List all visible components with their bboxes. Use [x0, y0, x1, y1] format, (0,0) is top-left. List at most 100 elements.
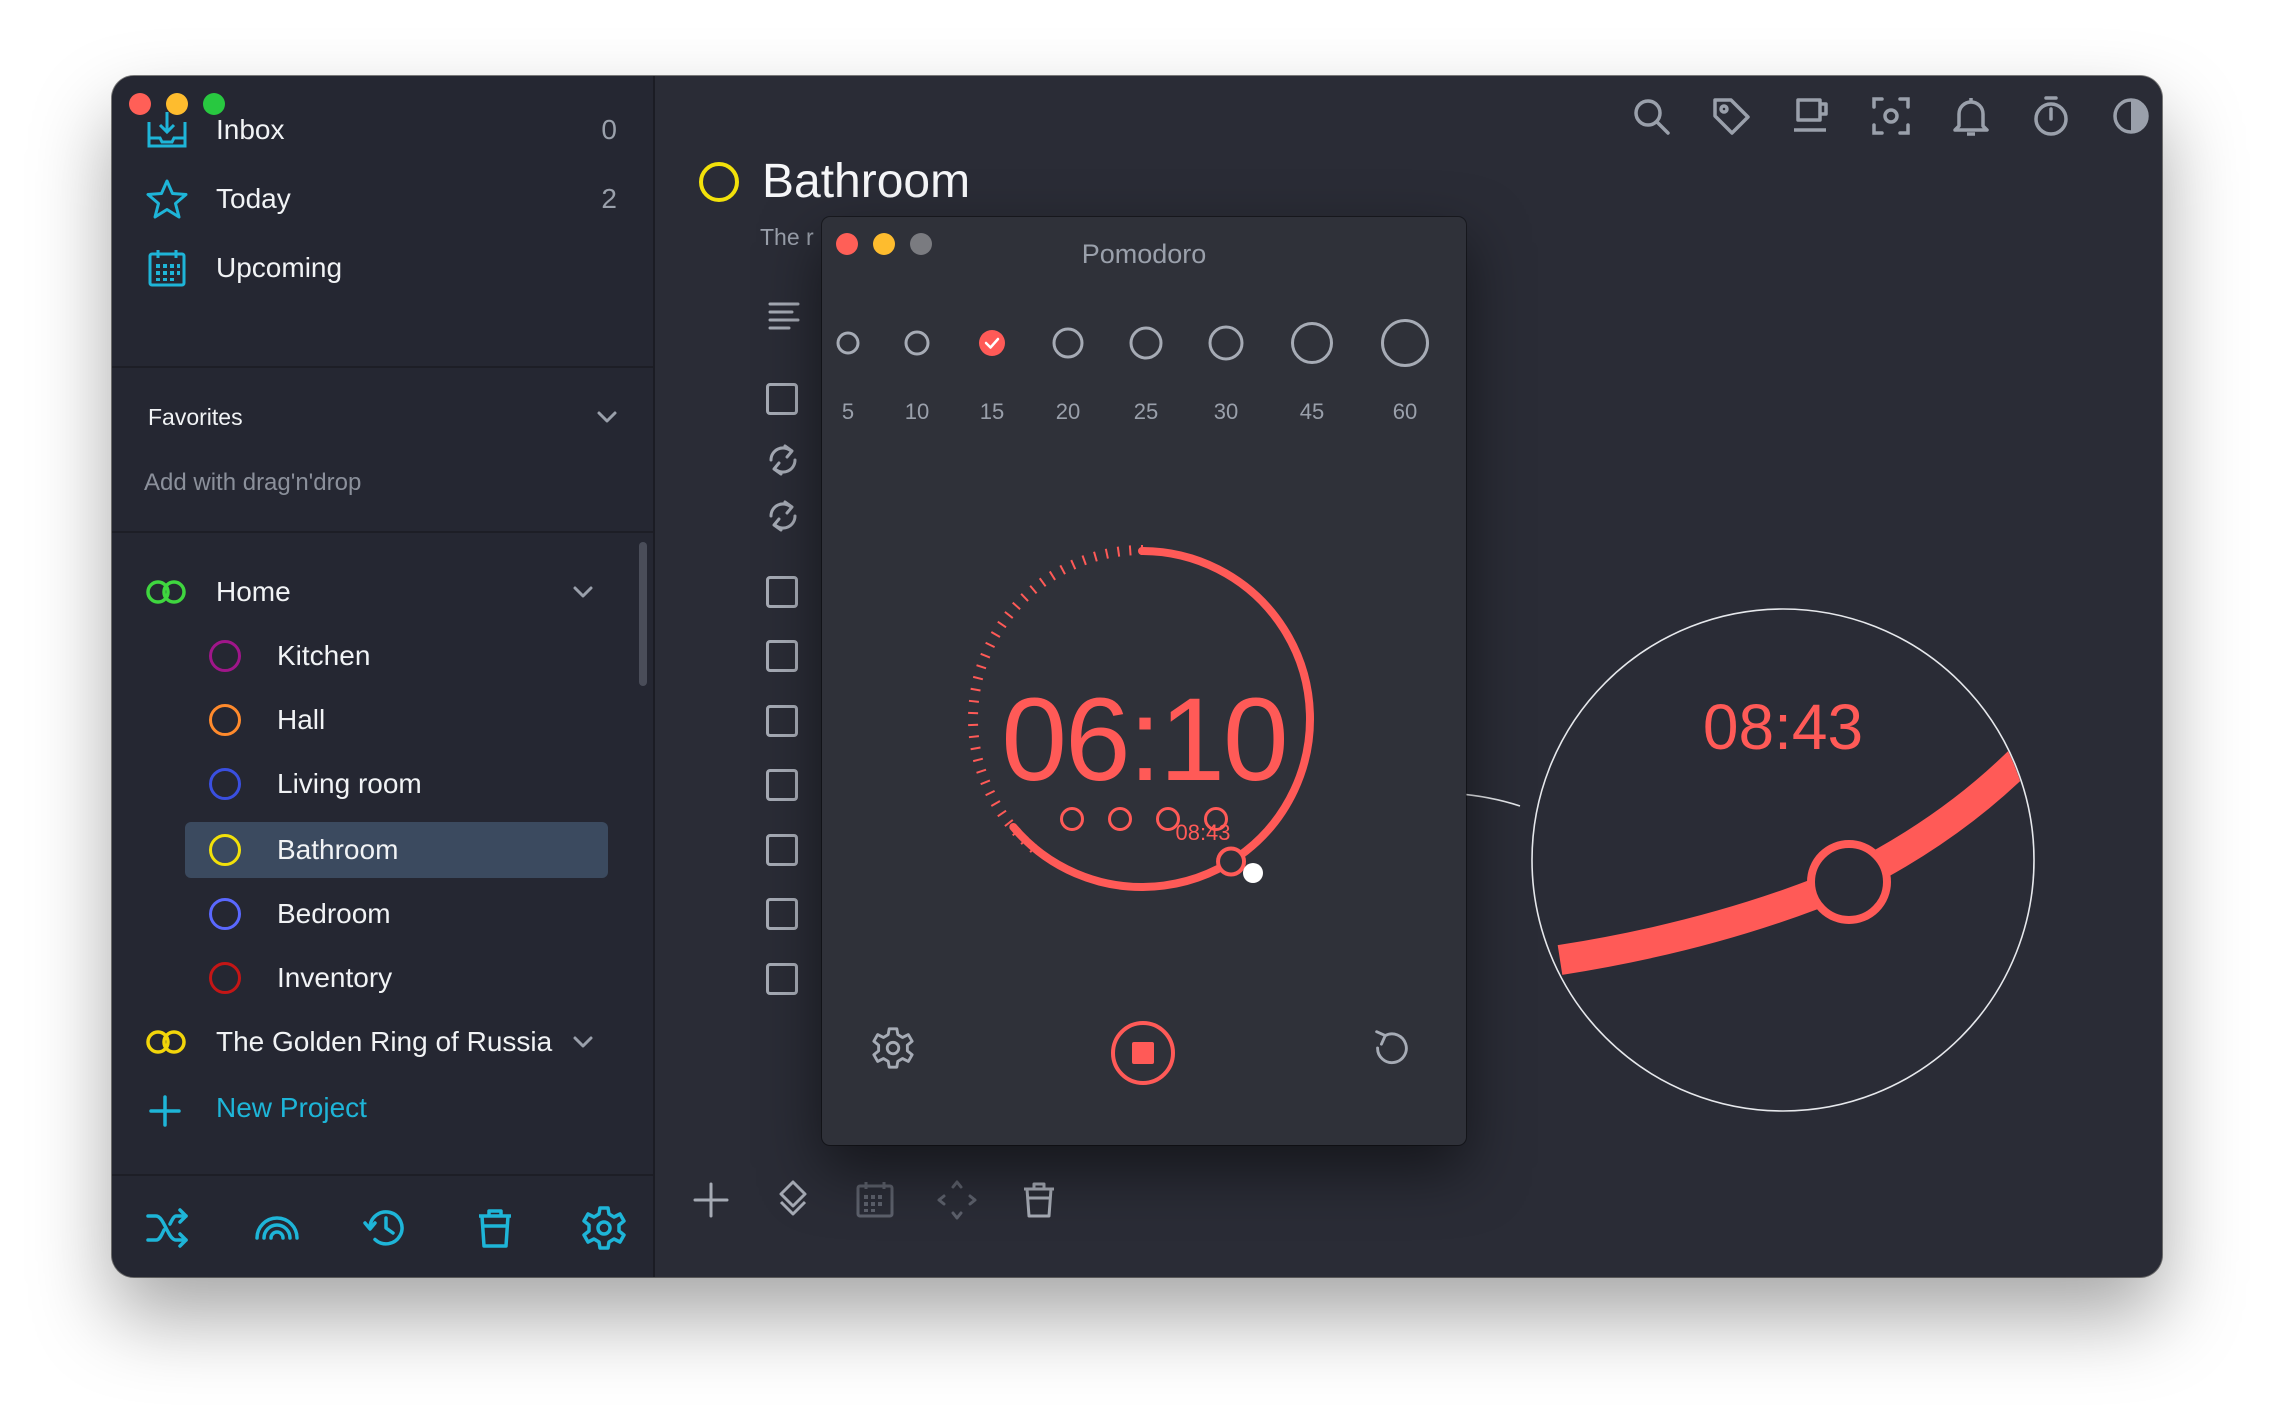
- arrows-icon: [937, 1180, 977, 1220]
- nav-count: 0: [601, 114, 617, 145]
- dial-tick: [1104, 548, 1109, 559]
- search-icon[interactable]: [1629, 94, 1673, 138]
- notes-list-icon[interactable]: [767, 298, 801, 332]
- nav-item-today[interactable]: Today 2: [112, 169, 653, 229]
- contrast-icon[interactable]: [2109, 94, 2153, 138]
- history-icon[interactable]: [362, 1204, 410, 1252]
- project-status-ring[interactable]: [699, 162, 739, 202]
- dial-tick: [1012, 601, 1021, 611]
- add-icon[interactable]: [689, 1178, 733, 1222]
- favorites-hint: Add with drag'n'drop: [144, 469, 362, 496]
- group-rings-icon: [146, 1030, 186, 1054]
- nav-item-upcoming[interactable]: Upcoming: [112, 238, 653, 298]
- nav-item-inbox[interactable]: Inbox 0: [112, 100, 653, 160]
- divider: [112, 531, 653, 533]
- marker-time-label: 08:43: [1175, 820, 1231, 845]
- project-color-ring: [209, 704, 241, 736]
- nav-label: Upcoming: [216, 252, 343, 283]
- inbox-tray-icon: [147, 112, 187, 148]
- sidebar-scrollbar[interactable]: [639, 542, 647, 686]
- repeat-task-icon[interactable]: [763, 496, 803, 536]
- project-item-bathroom[interactable]: Bathroom: [185, 822, 608, 878]
- pomodoro-window: Pomodoro 5 10 15 20 25 30 45 60 06:10: [822, 217, 1466, 1145]
- new-project-label: New Project: [216, 1092, 367, 1123]
- task-checkbox[interactable]: [766, 898, 798, 930]
- preset-label: 25: [1133, 399, 1159, 424]
- task-checkbox[interactable]: [766, 705, 798, 737]
- preset-ring-icon: [1381, 319, 1429, 367]
- calendar-icon: [856, 1182, 894, 1218]
- focus-icon[interactable]: [1869, 94, 1913, 138]
- countdown-time: 06:10: [1001, 674, 1288, 806]
- dial-tick: [1038, 577, 1047, 587]
- stop-button[interactable]: [1108, 1018, 1178, 1088]
- project-item-bedroom[interactable]: Bedroom: [197, 888, 627, 940]
- project-label: Inventory: [277, 962, 393, 993]
- preset-label: 60: [1392, 399, 1418, 424]
- project-item-hall[interactable]: Hall: [197, 694, 627, 746]
- zoom-time-label: 08:43: [1702, 691, 1864, 763]
- dial-tick: [997, 620, 1007, 629]
- task-checkbox[interactable]: [766, 834, 798, 866]
- trash-icon[interactable]: [471, 1204, 519, 1252]
- check-icon: [979, 330, 1005, 356]
- project-item-living-room[interactable]: Living room: [197, 758, 627, 810]
- dial-tick: [1093, 551, 1098, 562]
- task-checkbox[interactable]: [766, 576, 798, 608]
- preset-label: 10: [904, 399, 930, 424]
- rainbow-icon[interactable]: [253, 1204, 301, 1252]
- dial-tick: [1116, 546, 1121, 557]
- project-color-ring: [209, 898, 241, 930]
- coffee-icon[interactable]: [1789, 94, 1833, 138]
- project-label: Bedroom: [277, 898, 391, 929]
- reset-icon[interactable]: [1368, 1025, 1414, 1071]
- chevron-down-icon[interactable]: [594, 404, 620, 430]
- preset-ring-icon: [1291, 322, 1333, 364]
- pomodoro-title: Pomodoro: [1081, 239, 1207, 269]
- chevron-down-icon[interactable]: [570, 579, 596, 605]
- session-dot: [1108, 807, 1132, 831]
- group-golden-ring[interactable]: The Golden Ring of Russia: [112, 1016, 653, 1068]
- preset-ring-icon: [1129, 326, 1163, 360]
- trash-icon[interactable]: [1017, 1178, 1061, 1222]
- group-label: The Golden Ring of Russia: [216, 1026, 553, 1057]
- timer-icon[interactable]: [2029, 94, 2073, 138]
- dial-tick: [985, 641, 996, 649]
- shuffle-icon[interactable]: [144, 1204, 192, 1252]
- project-item-inventory[interactable]: Inventory: [197, 952, 627, 1004]
- task-checkbox[interactable]: [766, 640, 798, 672]
- divider: [112, 1174, 653, 1176]
- tag-icon[interactable]: [1709, 94, 1753, 138]
- project-color-ring: [209, 962, 241, 994]
- divider: [112, 366, 653, 368]
- project-item-kitchen[interactable]: Kitchen: [197, 630, 627, 682]
- repeat-task-icon[interactable]: [763, 440, 803, 480]
- progress-handle: [1216, 846, 1247, 877]
- star-icon: [146, 179, 188, 219]
- preset-label: 30: [1213, 399, 1239, 424]
- bell-icon[interactable]: [1949, 94, 1993, 138]
- dial-tick: [1081, 555, 1087, 566]
- nav-label: Today: [216, 183, 291, 214]
- page-title[interactable]: Bathroom: [762, 154, 970, 209]
- preset-ring-icon: [836, 331, 860, 355]
- dial-tick: [990, 631, 1001, 638]
- task-checkbox[interactable]: [766, 769, 798, 801]
- chevron-down-icon[interactable]: [570, 1029, 596, 1055]
- preset-label: 5: [841, 399, 855, 424]
- group-home[interactable]: Home: [112, 566, 653, 618]
- move-icon[interactable]: [771, 1178, 815, 1222]
- settings-icon[interactable]: [580, 1204, 628, 1252]
- task-checkbox[interactable]: [766, 963, 798, 995]
- preset-ring-icon: [1052, 327, 1084, 359]
- project-notes[interactable]: The r: [760, 224, 814, 251]
- dial-tick: [1048, 570, 1056, 581]
- settings-icon[interactable]: [870, 1025, 916, 1071]
- dial-tick: [1070, 559, 1077, 570]
- favorites-title[interactable]: Favorites: [148, 404, 243, 431]
- project-color-ring: [209, 834, 241, 866]
- group-rings-icon: [146, 580, 186, 604]
- project-color-ring: [209, 768, 241, 800]
- project-label: Living room: [277, 768, 422, 799]
- task-checkbox[interactable]: [766, 383, 798, 415]
